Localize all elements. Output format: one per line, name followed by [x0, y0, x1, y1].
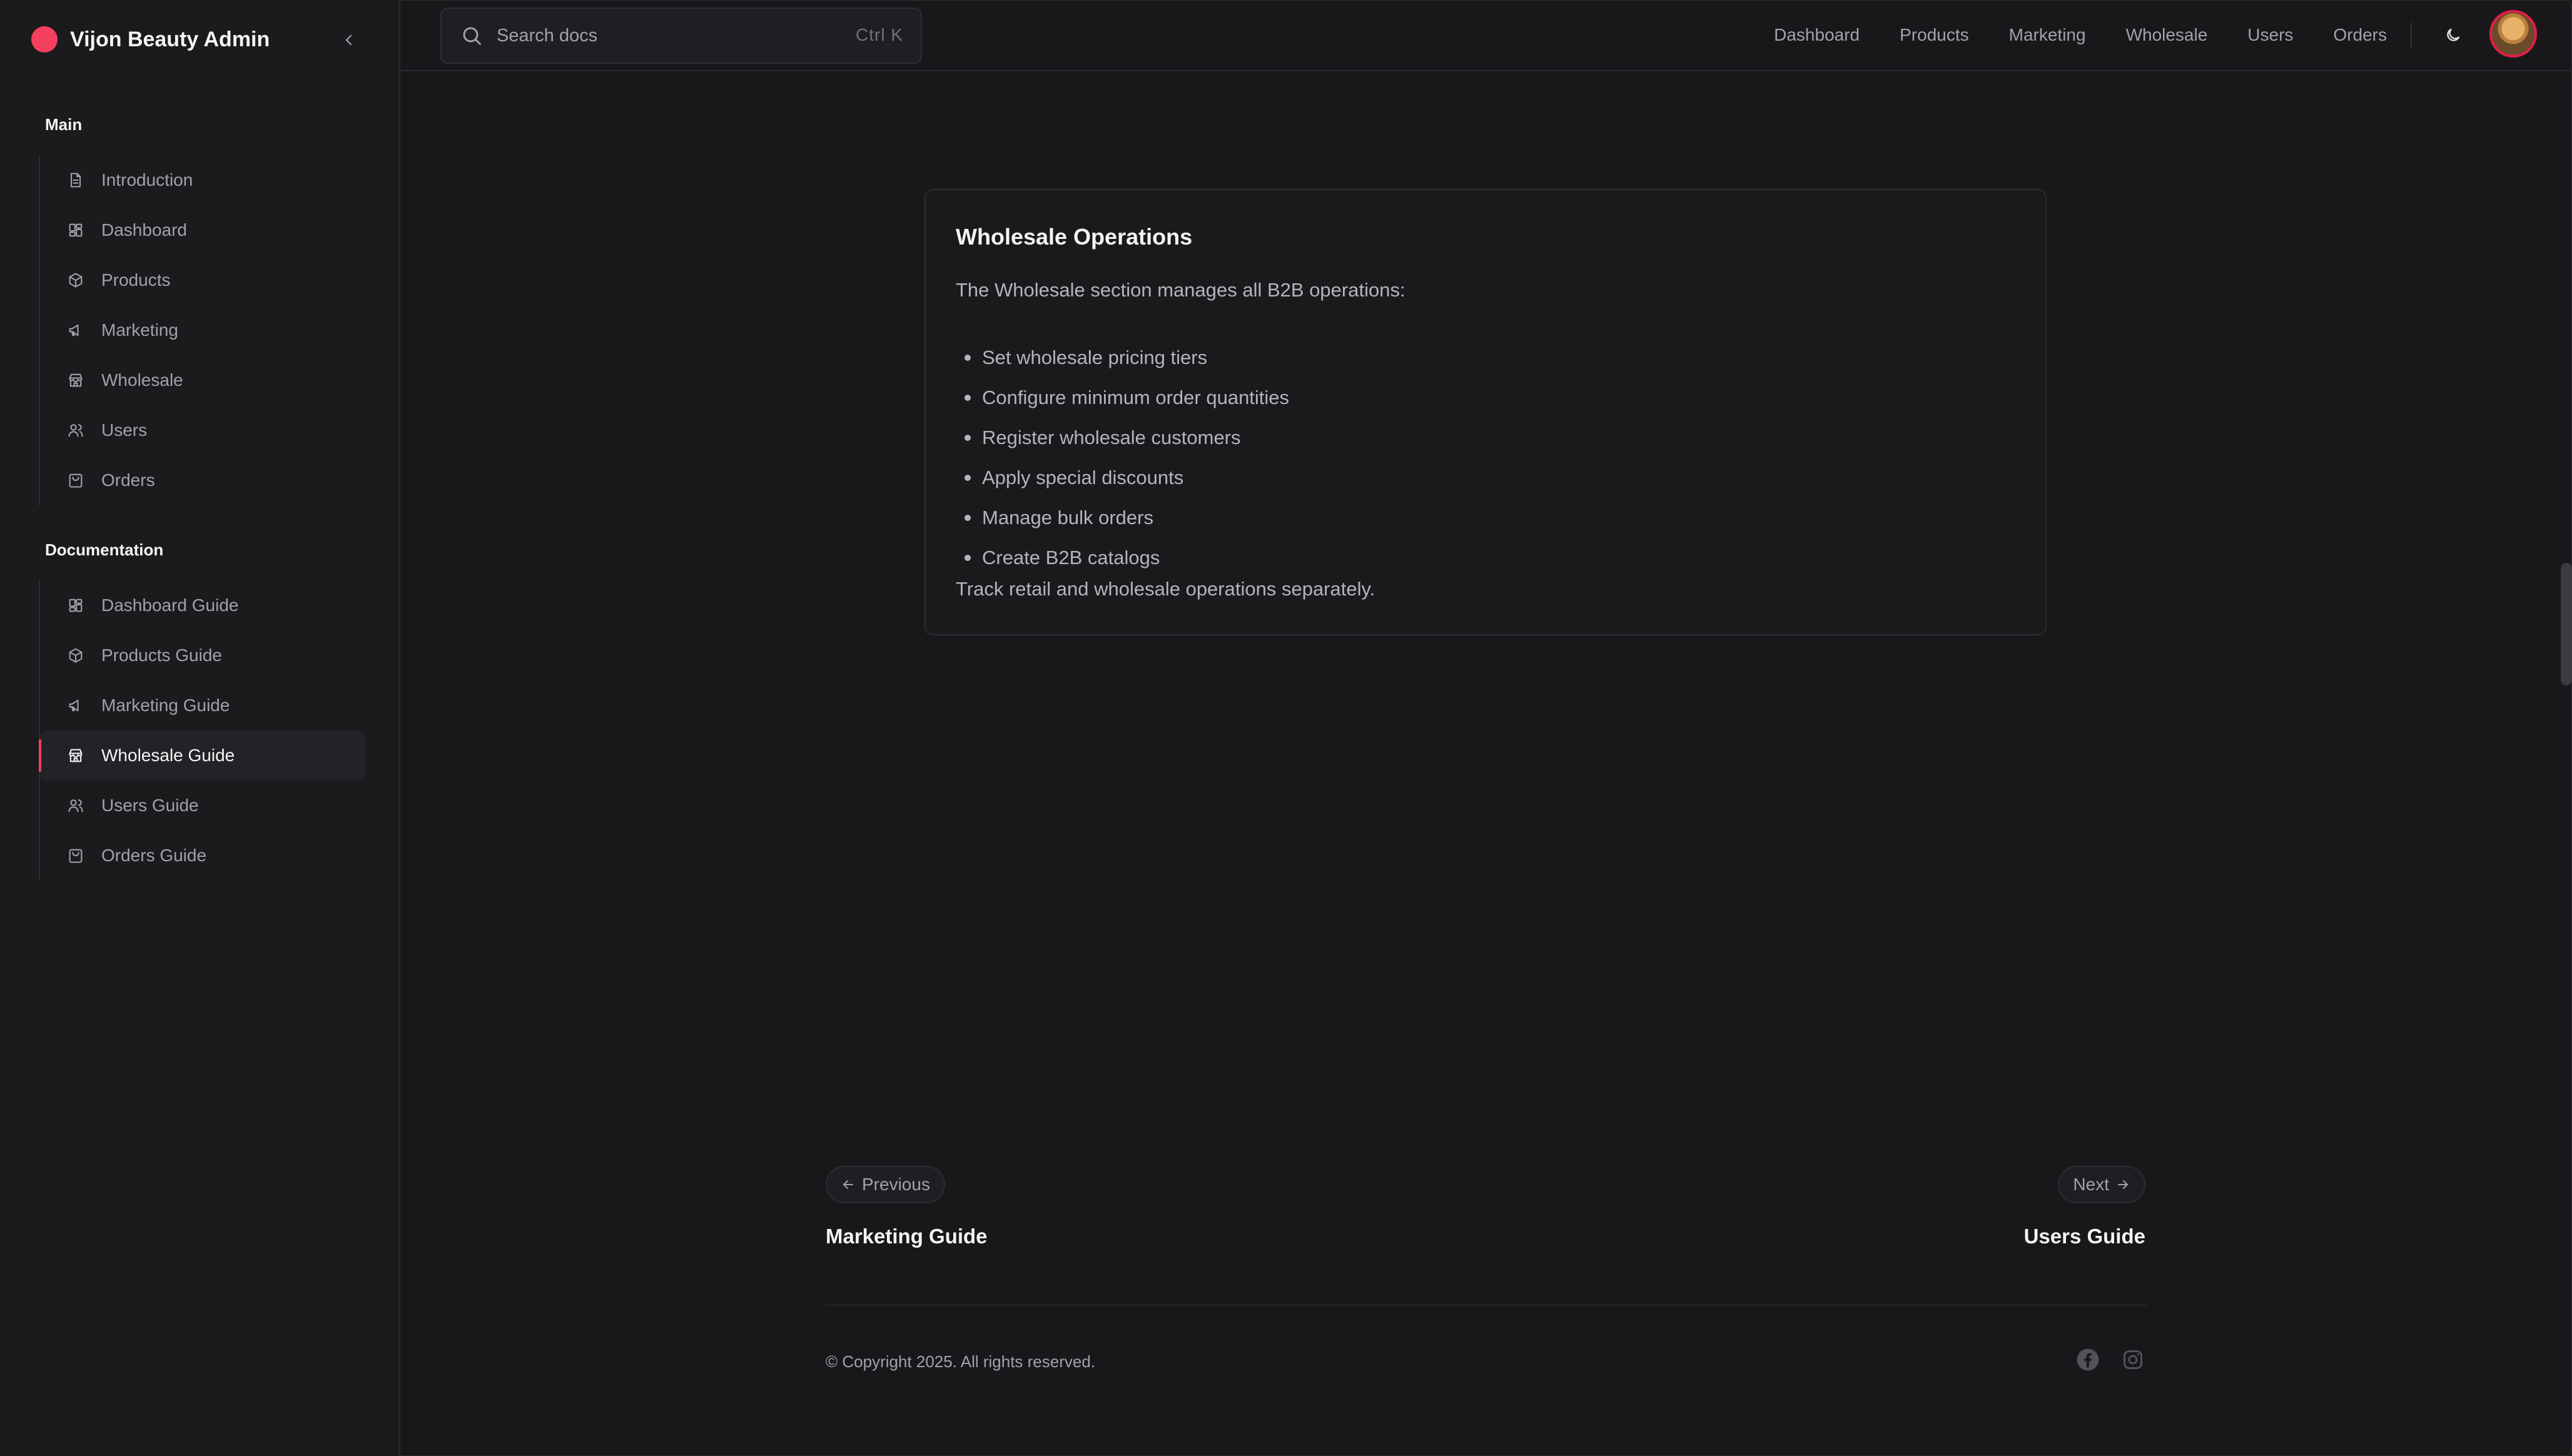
arrow-right-icon [2118, 1180, 2129, 1189]
sidebar-item-wholesale-guide[interactable]: Wholesale Guide [39, 731, 365, 781]
sidebar-item-users[interactable]: Users [40, 405, 365, 455]
search-icon [463, 27, 481, 45]
list-item: Create B2B catalogs [956, 538, 1289, 578]
megaphone-icon [66, 321, 85, 340]
store-icon [66, 746, 85, 765]
facebook-icon [2077, 1348, 2099, 1371]
feature-list: Set wholesale pricing tiers Configure min… [956, 338, 1289, 578]
sidebar-item-marketing[interactable]: Marketing [40, 305, 365, 355]
sidebar-item-label: Products Guide [101, 645, 222, 665]
sidebar-item-label: Introduction [101, 170, 193, 190]
facebook-link[interactable] [2075, 1347, 2100, 1372]
copyright: © Copyright 2025. All rights reserved. [826, 1352, 1096, 1371]
sidebar-item-wholesale[interactable]: Wholesale [40, 355, 365, 405]
sidebar-item-dashboard-guide[interactable]: Dashboard Guide [40, 580, 365, 630]
section-label-main: Main [45, 115, 83, 134]
list-item: Configure minimum order quantities [956, 378, 1289, 418]
topnav-marketing[interactable]: Marketing [2009, 25, 2086, 45]
documentation-nav: Dashboard Guide Products Guide Marketing G… [39, 580, 365, 881]
brand-title: Vijon Beauty Admin [70, 27, 270, 51]
list-item: Manage bulk orders [956, 498, 1289, 538]
users-icon [66, 796, 85, 815]
list-item: Register wholesale customers [956, 418, 1289, 458]
sidebar-item-label: Users [101, 420, 148, 440]
sidebar-item-label: Marketing Guide [101, 695, 230, 715]
main-nav: Introduction Dashboard Products Marketing Wh… [39, 155, 365, 505]
scrollbar-thumb[interactable] [2561, 563, 2572, 685]
sidebar-item-products[interactable]: Products [40, 255, 365, 305]
previous-button[interactable]: Previous [826, 1166, 945, 1203]
user-avatar[interactable] [2489, 10, 2537, 58]
arrow-left-icon [843, 1180, 853, 1189]
sidebar: Vijon Beauty Admin Main Introduction Dash… [0, 0, 400, 1456]
brand[interactable]: Vijon Beauty Admin [31, 26, 270, 53]
sidebar-item-label: Wholesale Guide [101, 746, 235, 765]
topnav-products[interactable]: Products [1900, 25, 1969, 45]
topnav-dashboard[interactable]: Dashboard [1774, 25, 1860, 45]
topbar-divider [2411, 23, 2412, 49]
sidebar-item-label: Users Guide [101, 796, 199, 815]
content-card: Wholesale Operations The Wholesale secti… [924, 189, 2047, 635]
instagram-icon [2124, 1350, 2142, 1369]
topnav-orders[interactable]: Orders [2333, 25, 2387, 45]
store-icon [66, 371, 85, 390]
theme-toggle-button[interactable] [2441, 23, 2466, 48]
box-icon [66, 646, 85, 665]
sidebar-item-label: Products [101, 270, 171, 290]
dashboard-icon [66, 221, 85, 240]
footer-divider [826, 1305, 2147, 1306]
list-item: Set wholesale pricing tiers [956, 338, 1289, 378]
sidebar-item-orders-guide[interactable]: Orders Guide [40, 831, 365, 881]
shopping-bag-icon [66, 846, 85, 865]
sidebar-item-label: Wholesale [101, 370, 183, 390]
shopping-bag-icon [66, 471, 85, 490]
topnav-wholesale[interactable]: Wholesale [2126, 25, 2208, 45]
section-label-documentation: Documentation [45, 540, 164, 559]
dashboard-icon [66, 596, 85, 615]
sidebar-item-products-guide[interactable]: Products Guide [40, 630, 365, 680]
sidebar-item-label: Orders [101, 470, 155, 490]
card-title: Wholesale Operations [956, 224, 1193, 250]
instagram-link[interactable] [2120, 1347, 2145, 1372]
list-item: Apply special discounts [956, 458, 1289, 498]
top-nav: Dashboard Products Marketing Wholesale Users… [1734, 0, 2387, 70]
sidebar-item-users-guide[interactable]: Users Guide [40, 781, 365, 831]
sidebar-item-dashboard[interactable]: Dashboard [40, 205, 365, 255]
previous-label: Previous [862, 1175, 930, 1194]
box-icon [66, 271, 85, 290]
sidebar-item-label: Marketing [101, 320, 178, 340]
sidebar-item-marketing-guide[interactable]: Marketing Guide [40, 680, 365, 731]
card-outro: Track retail and wholesale operations se… [956, 578, 1375, 600]
next-button[interactable]: Next [2058, 1166, 2145, 1203]
sidebar-item-label: Dashboard Guide [101, 595, 239, 615]
collapse-sidebar-button[interactable] [337, 28, 362, 53]
brand-logo [31, 26, 58, 53]
moon-icon [2447, 28, 2460, 41]
sidebar-item-orders[interactable]: Orders [40, 455, 365, 505]
topbar: Ctrl K Dashboard Products Marketing Wholesa… [400, 0, 2572, 71]
next-page-link[interactable]: Users Guide [2024, 1225, 2145, 1248]
chevron-left-icon [345, 34, 352, 46]
megaphone-icon [66, 696, 85, 715]
search-input[interactable] [495, 24, 836, 47]
sidebar-item-label: Dashboard [101, 220, 187, 240]
users-icon [66, 421, 85, 440]
topnav-users[interactable]: Users [2247, 25, 2293, 45]
sidebar-item-introduction[interactable]: Introduction [40, 155, 365, 205]
previous-page-link[interactable]: Marketing Guide [826, 1225, 988, 1248]
search-shortcut: Ctrl K [856, 25, 903, 44]
card-intro: The Wholesale section manages all B2B op… [956, 279, 1405, 301]
sidebar-item-label: Orders Guide [101, 846, 207, 865]
document-icon [66, 171, 85, 190]
next-label: Next [2073, 1175, 2109, 1194]
search-box[interactable]: Ctrl K [440, 8, 922, 64]
